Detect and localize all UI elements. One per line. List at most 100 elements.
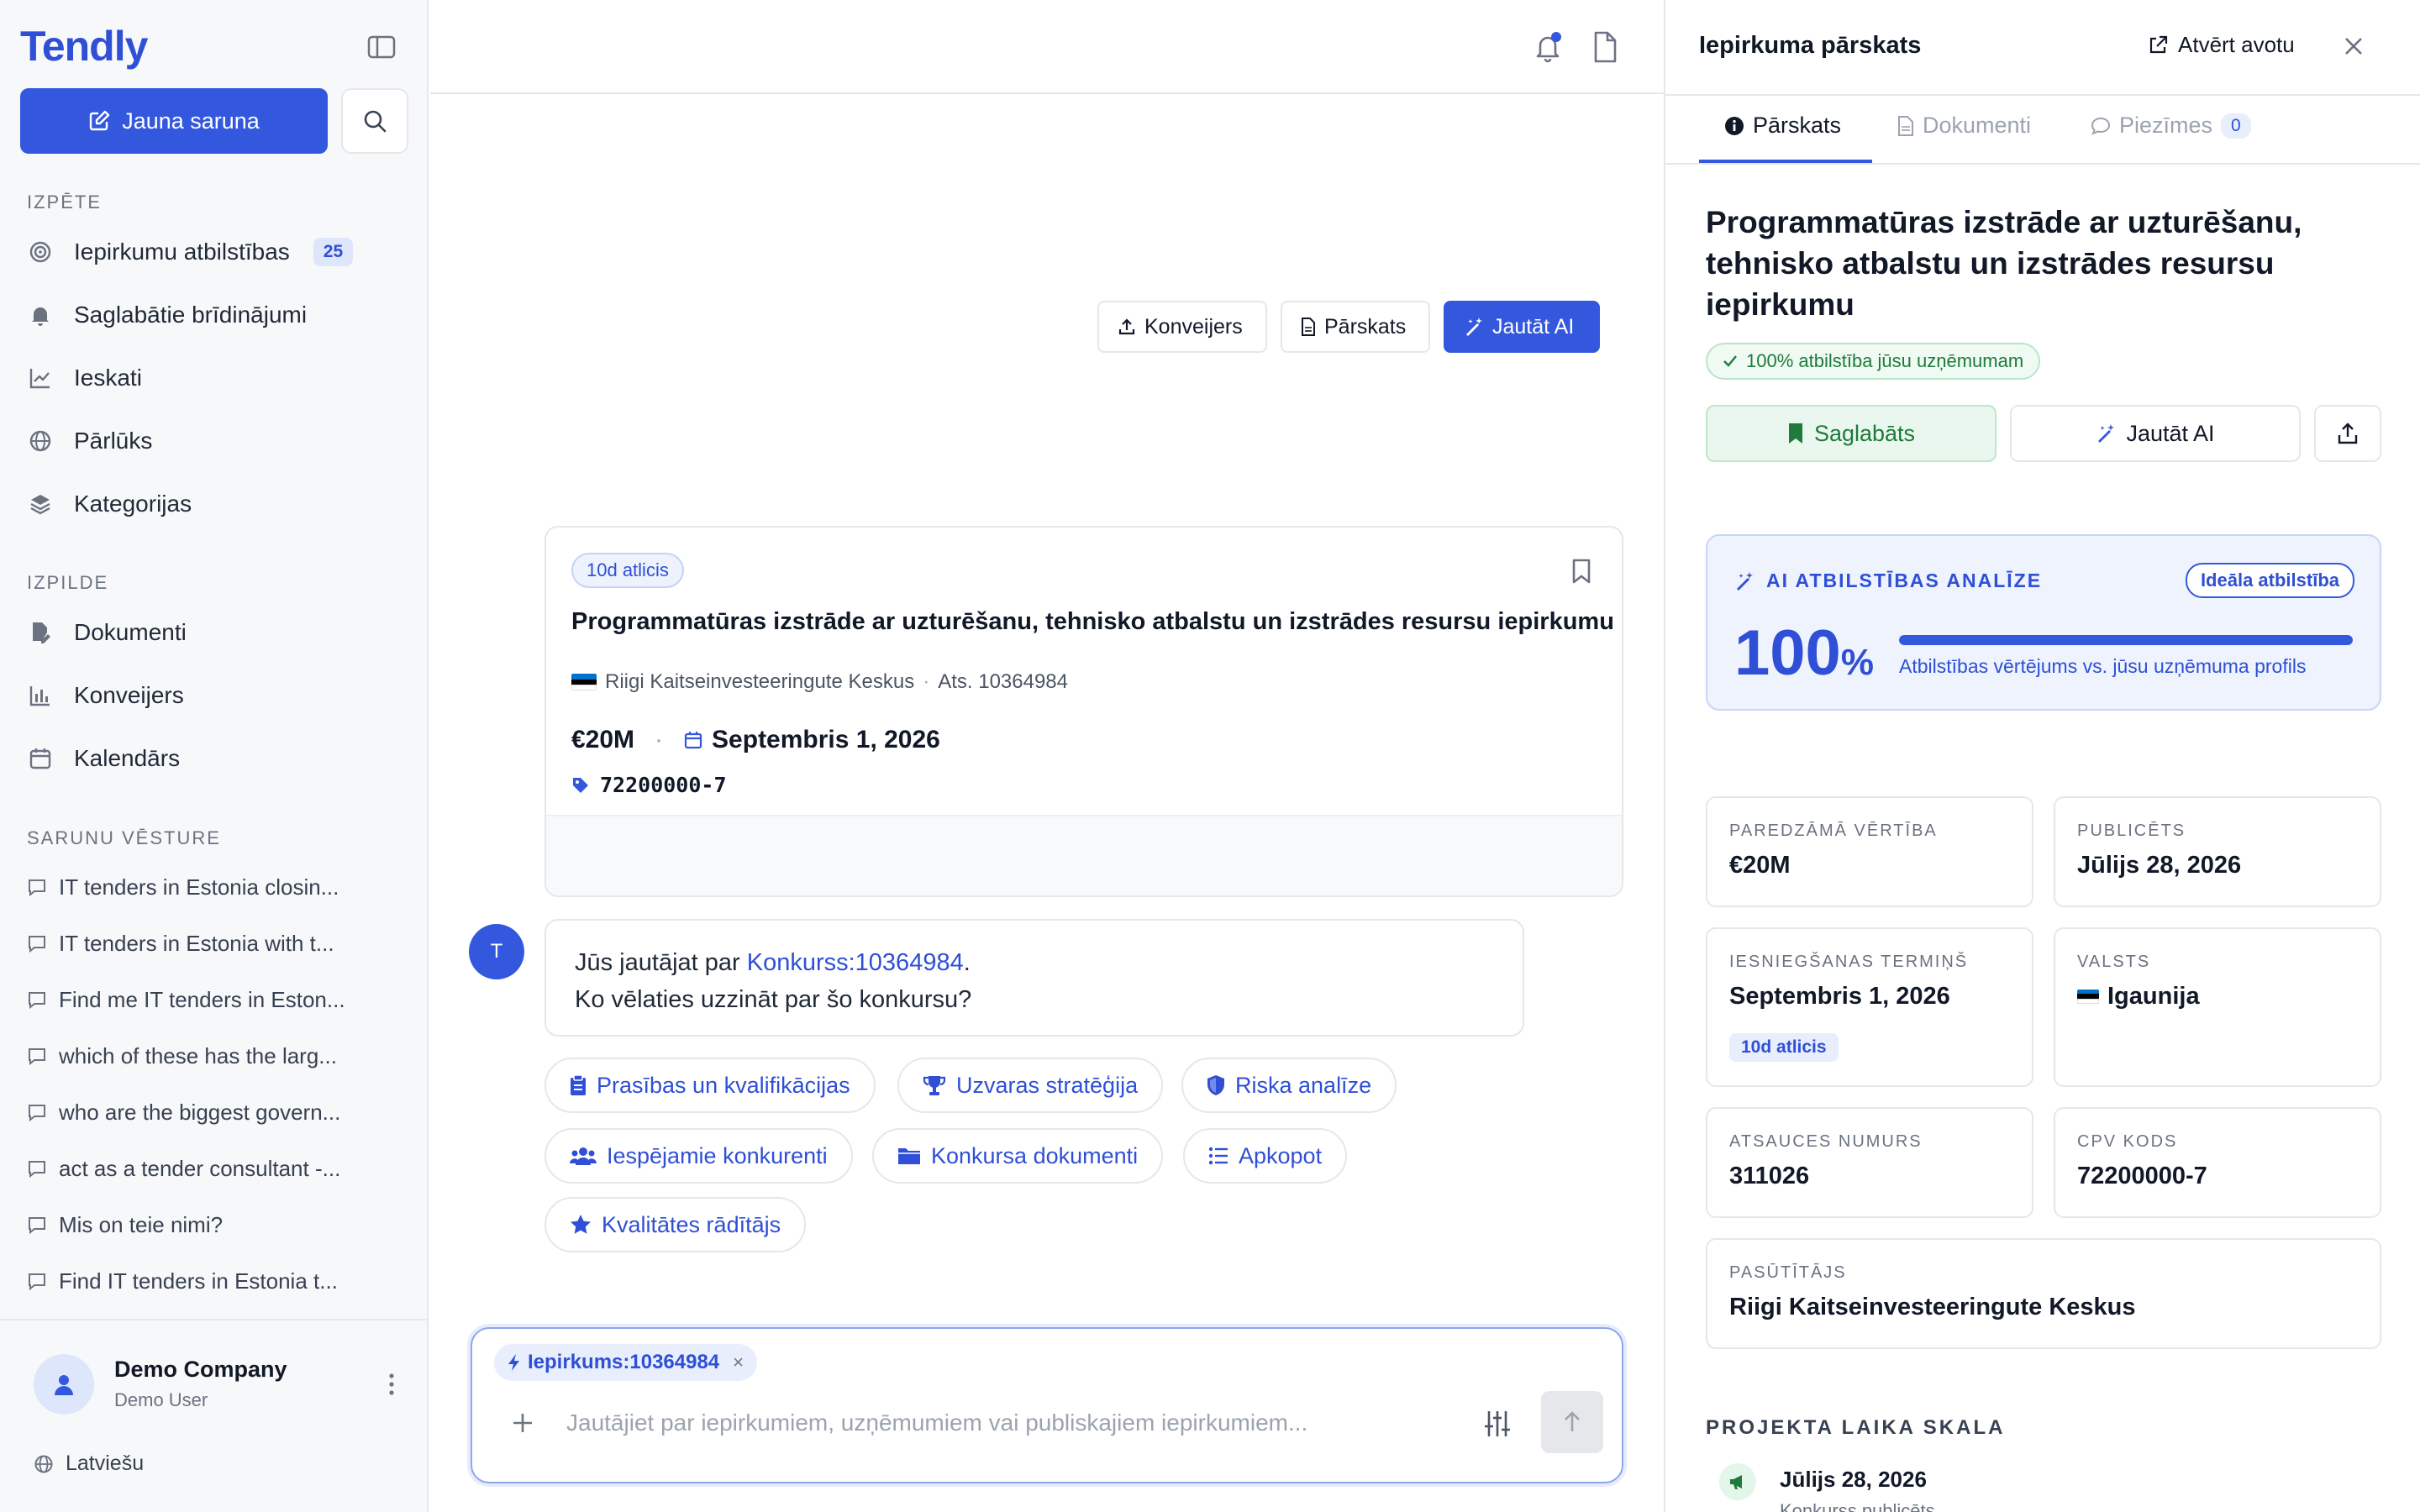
shield-icon (1207, 1074, 1225, 1096)
external-link-icon (2148, 35, 2168, 55)
timeline-date: Jūlijs 28, 2026 (1780, 1467, 1927, 1492)
chip-remove-icon[interactable]: × (733, 1352, 744, 1373)
info-label: PUBLICĒTS (2077, 822, 2186, 840)
folder-icon (897, 1146, 921, 1166)
info-card-deadline: IESNIEGŠANAS TERMIŅŠ Septembris 1, 2026 … (1706, 927, 2033, 1087)
suggestion-quality-score[interactable]: Kvalitātes rādītājs (544, 1197, 807, 1252)
ask-ai-button[interactable]: Jautāt AI (1444, 301, 1600, 353)
suggestion-competitors[interactable]: Iespējamie konkurenti (544, 1128, 853, 1184)
globe-icon (34, 1454, 54, 1474)
chat-icon (29, 992, 45, 1010)
match-score-value: 100 (1734, 617, 1841, 689)
suggestion-tender-documents[interactable]: Konkursa dokumenti (872, 1128, 1164, 1184)
suggestion-requirements[interactable]: Prasības un kvalifikācijas (544, 1058, 876, 1113)
suggestion-label: Apkopot (1239, 1142, 1323, 1168)
tender-link[interactable]: Konkurss:10364984 (747, 949, 964, 976)
notifications-bell-icon[interactable] (1531, 30, 1565, 64)
open-source-link[interactable]: Atvērt avotu (2148, 32, 2295, 58)
sidebar-item-saved-alerts[interactable]: Saglabātie brīdinājumi (27, 294, 397, 336)
context-chip[interactable]: Iepirkums:10364984 × (494, 1344, 758, 1381)
search-button[interactable] (341, 88, 408, 154)
sidebar-toggle-icon[interactable] (366, 34, 397, 60)
sidebar-item-pipeline[interactable]: Konveijers (27, 675, 397, 717)
panel-ask-ai-button[interactable]: Jautāt AI (2010, 405, 2301, 462)
cpv-code: 72200000-7 (600, 773, 727, 797)
history-item[interactable]: Find me IT tenders in Eston... (27, 981, 397, 1018)
history-item[interactable]: Mis on teie nimi? (27, 1206, 397, 1243)
info-value-row: Igaunija (2077, 983, 2200, 1011)
avatar[interactable] (34, 1354, 94, 1415)
info-icon (1724, 116, 1744, 136)
section-label-execution: IZPILDE (27, 572, 109, 593)
history-item[interactable]: Find IT tenders in Estonia t... (27, 1263, 397, 1299)
history-item[interactable]: which of these has the larg... (27, 1037, 397, 1074)
bookmark-filled-icon (1787, 423, 1804, 444)
tender-title[interactable]: Programmatūras izstrāde ar uzturēšanu, t… (571, 608, 1614, 636)
info-value: Jūlijs 28, 2026 (2077, 852, 2242, 879)
ai-analysis-title: AI ATBILSTĪBAS ANALĪZE (1734, 570, 2042, 592)
sidebar-item-label: Dokumenti (74, 619, 187, 645)
megaphone-icon (1719, 1463, 1756, 1500)
days-left-badge: 10d atlicis (1729, 1033, 1839, 1062)
chat-input[interactable] (566, 1401, 1407, 1445)
calendar-icon (683, 730, 703, 750)
arrow-up-icon (1562, 1411, 1582, 1433)
sidebar-item-label: Kalendārs (74, 745, 181, 771)
language-selector[interactable]: Latviešu (34, 1452, 144, 1476)
suggestion-win-strategy[interactable]: Uzvaras stratēģija (897, 1058, 1164, 1113)
bookmark-icon[interactable] (1570, 558, 1593, 585)
history-item[interactable]: IT tenders in Estonia with t... (27, 925, 397, 962)
history-item[interactable]: IT tenders in Estonia closin... (27, 869, 397, 906)
message-avatar: T (469, 924, 524, 979)
sidebar-item-insights[interactable]: Ieskati (27, 357, 397, 399)
tender-heading: Programmatūras izstrāde ar uzturēšanu, t… (1706, 205, 2302, 322)
history-item[interactable]: who are the biggest govern... (27, 1094, 397, 1131)
saved-button[interactable]: Saglabāts (1706, 405, 1996, 462)
chart-line-icon (27, 365, 54, 391)
new-chat-label: Jauna saruna (122, 108, 260, 134)
info-label: IESNIEGŠANAS TERMIŅŠ (1729, 953, 1969, 971)
more-options-icon[interactable] (383, 1369, 400, 1399)
main-topbar (430, 0, 1664, 94)
attach-plus-icon[interactable] (509, 1410, 536, 1436)
send-button[interactable] (1541, 1391, 1603, 1453)
history-item[interactable]: act as a tender consultant -... (27, 1150, 397, 1187)
active-tab-indicator (1699, 160, 1872, 163)
suggestion-summarize[interactable]: Apkopot (1183, 1128, 1348, 1184)
suggestion-label: Konkursa dokumenti (931, 1142, 1139, 1168)
share-button[interactable] (2314, 405, 2381, 462)
sidebar-item-documents[interactable]: Dokumenti (27, 612, 397, 654)
star-icon (570, 1214, 592, 1236)
overview-button[interactable]: Pārskats (1281, 301, 1430, 353)
ai-match-analysis-card: AI ATBILSTĪBAS ANALĪZE Ideāla atbilstība… (1706, 534, 2381, 711)
tab-overview[interactable]: Pārskats (1724, 113, 1841, 139)
document-icon[interactable] (1590, 30, 1620, 64)
settings-sliders-icon[interactable] (1482, 1410, 1512, 1438)
match-progress-bar (1899, 635, 2353, 645)
message-text: . (963, 949, 971, 976)
timeline-event: Konkurss publicēts (1780, 1500, 1935, 1512)
ai-analysis-label: AI ATBILSTĪBAS ANALĪZE (1766, 570, 2043, 591)
message-line-1: Jūs jautājat par Konkurss:10364984. (575, 944, 1494, 981)
bell-icon (27, 302, 54, 328)
sidebar-item-categories[interactable]: Kategorijas (27, 483, 397, 525)
edit-icon (88, 110, 110, 132)
separator: · (655, 726, 664, 753)
share-icon (2336, 422, 2360, 445)
close-icon[interactable] (2341, 34, 2366, 59)
buyer-name: Riigi Kaitseinvesteeringute Keskus (605, 670, 915, 693)
sidebar-item-browser[interactable]: Pārlūks (27, 420, 397, 462)
tab-documents[interactable]: Dokumenti (1897, 113, 2031, 139)
tender-value: €20M (571, 726, 635, 753)
app-logo[interactable]: Tendly (20, 22, 148, 71)
pipeline-label: Konveijers (1144, 314, 1243, 339)
target-icon (27, 239, 54, 265)
tender-card[interactable]: 10d atlicis Programmatūras izstrāde ar u… (544, 526, 1623, 897)
sidebar-item-calendar[interactable]: Kalendārs (27, 738, 397, 780)
tab-label: Dokumenti (1923, 113, 2032, 138)
sidebar-item-tender-matches[interactable]: Iepirkumu atbilstības 25 (27, 231, 397, 273)
suggestion-risk-analysis[interactable]: Riska analīze (1181, 1058, 1397, 1113)
tab-notes[interactable]: Piezīmes 0 (2091, 113, 2251, 139)
new-chat-button[interactable]: Jauna saruna (20, 88, 328, 154)
pipeline-button[interactable]: Konveijers (1097, 301, 1267, 353)
